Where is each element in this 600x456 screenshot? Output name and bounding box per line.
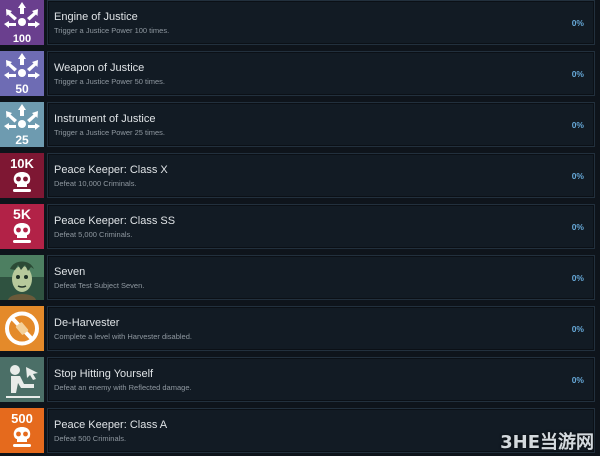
achievement-row: De-Harvester Complete a level with Harves… — [0, 306, 600, 351]
achievement-percent: 0% — [571, 120, 584, 130]
achievement-percent: 0% — [571, 375, 584, 385]
achievement-panel: Weapon of Justice Trigger a Justice Power… — [47, 51, 595, 96]
achievement-description: Defeat 10,000 Criminals. — [54, 179, 137, 188]
watermark-logo: 3HE当游网 — [476, 430, 594, 454]
svg-text:10K: 10K — [10, 156, 34, 171]
achievement-title: Peace Keeper: Class SS — [54, 215, 176, 227]
achievement-description: Defeat an enemy with Reflected damage. — [54, 383, 192, 392]
achievement-description: Defeat Test Subject Seven. — [54, 281, 145, 290]
achievement-row: 10K Peace Keeper: Class X Defeat 10,000 C… — [0, 153, 600, 198]
achievement-percent: 0% — [571, 222, 584, 232]
justice-icon: 25 — [0, 102, 44, 147]
achievement-row: Stop Hitting Yourself Defeat an enemy wit… — [0, 357, 600, 402]
achievement-panel: Engine of Justice Trigger a Justice Power… — [47, 0, 595, 45]
achievement-percent: 0% — [571, 18, 584, 28]
skull-icon: 500 — [0, 408, 44, 453]
svg-text:50: 50 — [15, 82, 29, 96]
achievement-panel: Stop Hitting Yourself Defeat an enemy wit… — [47, 357, 595, 402]
achievement-title: Stop Hitting Yourself — [54, 368, 154, 380]
achievement-title: Engine of Justice — [54, 11, 138, 23]
achievement-percent: 0% — [571, 324, 584, 334]
achievement-description: Complete a level with Harvester disabled… — [54, 332, 192, 341]
achievement-percent: 0% — [571, 69, 584, 79]
achievement-description: Trigger a Justice Power 100 times. — [54, 26, 170, 35]
achievement-panel: De-Harvester Complete a level with Harves… — [47, 306, 595, 351]
achievement-row: 5K Peace Keeper: Class SS Defeat 5,000 Cr… — [0, 204, 600, 249]
achievement-title: Weapon of Justice — [54, 62, 145, 74]
achievement-panel: Instrument of Justice Trigger a Justice P… — [47, 102, 595, 147]
achievement-description: Defeat 5,000 Criminals. — [54, 230, 133, 239]
achievement-title: Instrument of Justice — [54, 113, 156, 125]
reflect-icon — [0, 357, 44, 402]
achievement-title: Peace Keeper: Class X — [54, 164, 168, 176]
no-harvester-icon — [0, 306, 44, 351]
achievement-title: De-Harvester — [54, 317, 120, 329]
achievement-row: 25 Instrument of Justice Trigger a Justic… — [0, 102, 600, 147]
skull-icon: 10K — [0, 153, 44, 198]
achievement-description: Trigger a Justice Power 50 times. — [54, 77, 166, 86]
achievement-panel: Peace Keeper: Class X Defeat 10,000 Crimi… — [47, 153, 595, 198]
svg-text:100: 100 — [13, 33, 31, 45]
achievement-title: Peace Keeper: Class A — [54, 419, 168, 431]
watermark-text: 3HE当游网 — [500, 432, 594, 453]
face-icon — [0, 255, 44, 300]
justice-icon: 50 — [0, 51, 44, 96]
achievement-title: Seven — [54, 266, 86, 278]
justice-icon: 100 — [0, 0, 44, 45]
skull-icon: 5K — [0, 204, 44, 249]
achievement-row: 100 Engine of Justice Trigger a Justice P… — [0, 0, 600, 45]
achievement-percent: 0% — [571, 171, 584, 181]
svg-text:5K: 5K — [13, 206, 31, 222]
achievement-panel: Peace Keeper: Class SS Defeat 5,000 Crimi… — [47, 204, 595, 249]
achievement-row: Seven Defeat Test Subject Seven. 0% — [0, 255, 600, 300]
achievement-description: Trigger a Justice Power 25 times. — [54, 128, 166, 137]
achievement-description: Defeat 500 Criminals. — [54, 434, 127, 443]
svg-text:500: 500 — [11, 411, 33, 426]
achievement-percent: 0% — [571, 273, 584, 283]
achievement-row: 50 Weapon of Justice Trigger a Justice Po… — [0, 51, 600, 96]
svg-text:25: 25 — [15, 133, 29, 147]
achievement-panel: Seven Defeat Test Subject Seven. 0% — [47, 255, 595, 300]
